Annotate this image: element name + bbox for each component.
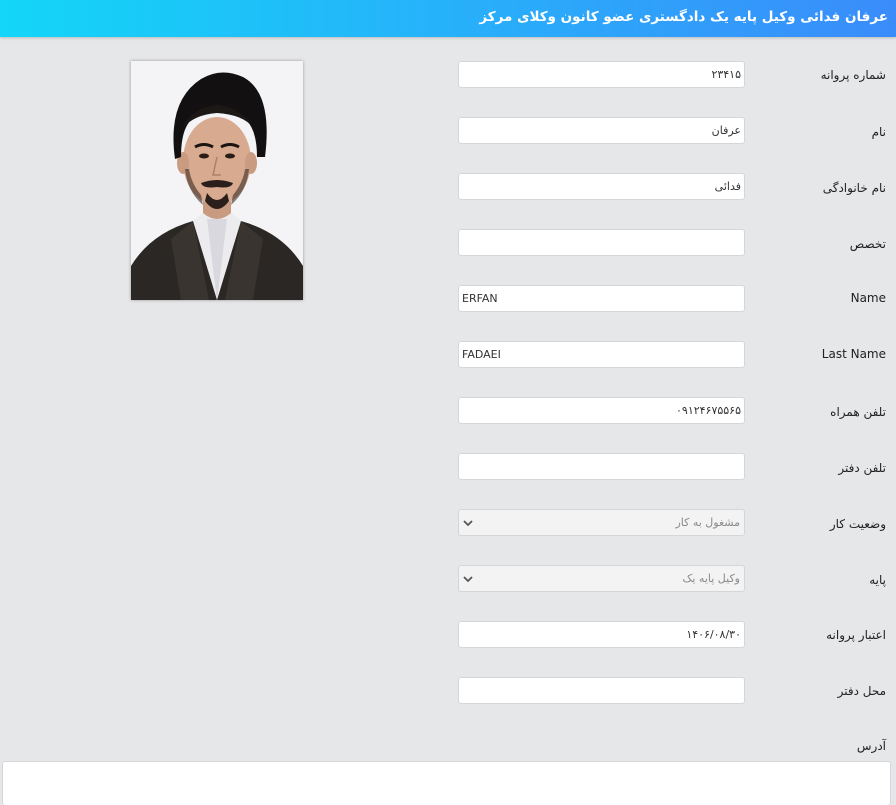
- grade-select[interactable]: وکیل پایه یک: [458, 565, 745, 592]
- grade-label: پایه: [869, 573, 886, 587]
- row-last-name: نام خانوادگی: [0, 173, 896, 201]
- office-location-field[interactable]: [458, 677, 745, 704]
- chevron-down-icon: [463, 520, 473, 527]
- work-status-label: وضعیت کار: [829, 517, 886, 531]
- name-en-label: Name: [850, 291, 886, 305]
- office-location-label: محل دفتر: [837, 684, 886, 698]
- row-grade: وکیل پایه یک پایه: [0, 565, 896, 593]
- name-en-field[interactable]: [458, 285, 745, 312]
- address-label: آدرس: [856, 739, 886, 753]
- license-validity-field[interactable]: [458, 621, 745, 648]
- work-status-select[interactable]: مشغول به کار: [458, 509, 745, 536]
- chevron-down-icon: [463, 576, 473, 583]
- license-validity-label: اعتبار پروانه: [826, 628, 886, 642]
- last-name-en-field[interactable]: [458, 341, 745, 368]
- mobile-field[interactable]: [458, 397, 745, 424]
- address-textarea[interactable]: [2, 761, 891, 805]
- work-status-selected: مشغول به کار: [675, 516, 740, 529]
- specialty-field[interactable]: [458, 229, 745, 256]
- first-name-label: نام: [871, 125, 886, 139]
- row-last-name-en: Last Name: [0, 341, 896, 369]
- row-office-phone: تلفن دفتر: [0, 453, 896, 481]
- row-license-validity: اعتبار پروانه: [0, 621, 896, 649]
- office-phone-label: تلفن دفتر: [838, 461, 886, 475]
- row-name-en: Name: [0, 285, 896, 313]
- last-name-field[interactable]: [458, 173, 745, 200]
- row-address: آدرس: [0, 739, 896, 759]
- row-license-number: شماره پروانه: [0, 61, 896, 89]
- specialty-label: تخصص: [849, 237, 886, 251]
- row-office-location: محل دفتر: [0, 677, 896, 705]
- row-specialty: تخصص: [0, 229, 896, 257]
- mobile-label: تلفن همراه: [830, 405, 886, 419]
- office-phone-field[interactable]: [458, 453, 745, 480]
- first-name-field[interactable]: [458, 117, 745, 144]
- row-first-name: نام: [0, 117, 896, 145]
- row-mobile: تلفن همراه: [0, 397, 896, 425]
- last-name-label: نام خانوادگی: [822, 181, 886, 195]
- license-number-label: شماره پروانه: [820, 68, 886, 82]
- last-name-en-label: Last Name: [821, 347, 886, 361]
- license-number-field[interactable]: [458, 61, 745, 88]
- page-title: عرفان فدائی وکیل پایه یک دادگستری عضو کا…: [479, 9, 888, 25]
- grade-selected: وکیل پایه یک: [682, 572, 740, 585]
- page-header: عرفان فدائی وکیل پایه یک دادگستری عضو کا…: [0, 0, 896, 37]
- row-work-status: مشغول به کار وضعیت کار: [0, 509, 896, 537]
